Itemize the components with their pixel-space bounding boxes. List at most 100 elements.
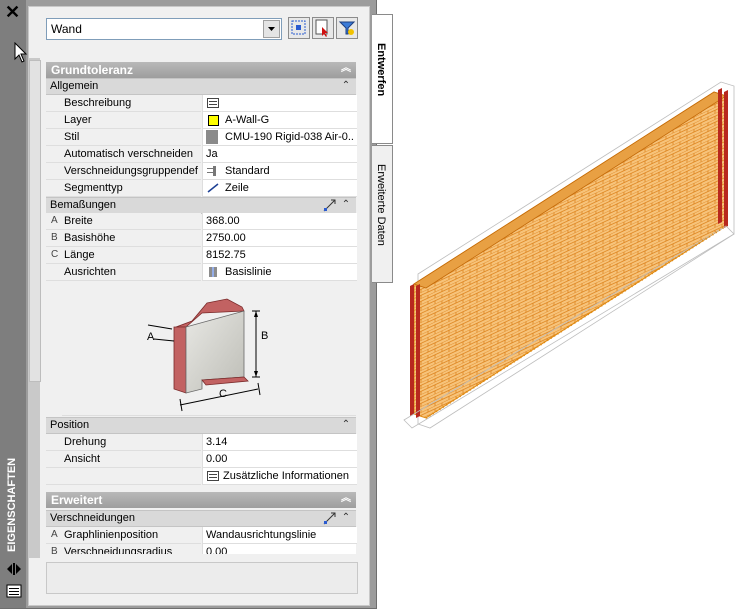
property-value: 3.14 — [206, 436, 228, 448]
diagram-label-a: A — [147, 331, 155, 343]
property-label-cell: A Graphlinienposition — [46, 527, 201, 544]
property-row-automatisch-verschneiden[interactable]: Automatisch verschneiden Ja — [46, 146, 357, 163]
diagram-label-b: B — [261, 330, 269, 342]
category-title: Verschneidungen — [50, 512, 136, 524]
scrollbar-thumb[interactable] — [29, 60, 41, 382]
property-value: Ja — [206, 148, 218, 160]
justify-baseline-icon — [209, 267, 217, 277]
property-label-cell: Layer — [46, 112, 201, 129]
style-swatch-icon — [206, 130, 218, 144]
property-label: Verschneidungsgruppendef — [64, 165, 198, 177]
category-position[interactable]: Position ⌃ — [46, 417, 356, 434]
property-label: Graphlinienposition — [64, 529, 159, 541]
dimension-illustration: A B C — [62, 281, 356, 416]
property-label-cell: B Verschneidungsradius — [46, 544, 201, 554]
properties-menu-icon[interactable] — [6, 584, 22, 598]
tab-erweiterte-daten[interactable]: Erweiterte Daten — [372, 145, 393, 283]
property-value-cell[interactable]: 3.14 — [202, 434, 357, 451]
description-panel — [46, 562, 358, 594]
property-label-cell: B Basishöhe — [46, 230, 201, 247]
property-label-cell: Segmenttyp — [46, 180, 201, 197]
category-allgemein[interactable]: Allgemein ⌃ — [46, 78, 356, 95]
property-value: Zusätzliche Informationen — [223, 470, 349, 482]
section-grundtoleranz[interactable]: Grundtoleranz ︽ — [46, 62, 356, 78]
property-value-cell[interactable]: A-Wall-G — [202, 112, 357, 129]
chevron-up-icon[interactable]: ⌃ — [340, 512, 352, 524]
property-row-drehung[interactable]: Drehung 3.14 — [46, 434, 357, 451]
collapse-icon[interactable]: ︽ — [340, 493, 352, 505]
dimension-letter: B — [51, 546, 58, 554]
property-value-cell[interactable]: 0.00 — [202, 451, 357, 468]
dimension-tool-icon[interactable] — [323, 512, 336, 525]
property-value-cell[interactable]: 2750.00 — [202, 230, 357, 247]
property-value: A-Wall-G — [225, 114, 270, 126]
property-value: Zeile — [225, 182, 249, 194]
chevron-up-icon[interactable]: ⌃ — [340, 419, 352, 431]
property-row-segmenttyp[interactable]: Segmenttyp Zeile — [46, 180, 357, 197]
property-row-verschneidungsradius[interactable]: B Verschneidungsradius 0.00 — [46, 544, 356, 554]
tab-entwerfen[interactable]: Entwerfen — [372, 14, 393, 144]
object-type-select[interactable]: Wand — [46, 18, 282, 40]
property-label: Automatisch verschneiden — [64, 148, 194, 160]
property-row-stil[interactable]: Stil CMU-190 Rigid-038 Air-0... — [46, 129, 357, 146]
property-row-breite[interactable]: A Breite 368.00 — [46, 213, 357, 230]
object-type-value: Wand — [51, 22, 82, 36]
property-value-cell[interactable]: 8152.75 — [202, 247, 357, 264]
section-erweitert[interactable]: Erweitert ︽ — [46, 492, 356, 508]
property-label-cell: A Breite — [46, 213, 201, 230]
chevron-down-icon[interactable] — [263, 20, 280, 38]
property-row-verschneidungsgruppendef[interactable]: Verschneidungsgruppendef Standard — [46, 163, 357, 180]
category-title: Position — [50, 419, 90, 431]
property-value: 0.00 — [206, 453, 228, 465]
wall-dimension-diagram — [147, 298, 261, 412]
close-icon[interactable]: ✕ — [5, 3, 21, 21]
property-label: Ausrichten — [64, 266, 116, 278]
property-label: Breite — [64, 215, 93, 227]
property-row-zusaetzliche-informationen[interactable]: Zusätzliche Informationen — [46, 468, 357, 485]
select-objects-button[interactable] — [288, 17, 310, 39]
additional-info-button[interactable]: Zusätzliche Informationen — [202, 468, 357, 485]
property-value-cell[interactable]: CMU-190 Rigid-038 Air-0... — [202, 129, 357, 146]
property-value-cell[interactable]: Zeile — [202, 180, 357, 197]
property-row-laenge[interactable]: C Länge 8152.75 — [46, 247, 357, 264]
dimension-letter: C — [51, 249, 59, 260]
category-bemassungen[interactable]: Bemaßungen ⌃ — [46, 197, 356, 214]
property-value-cell[interactable]: Standard — [202, 163, 357, 180]
property-value-cell[interactable] — [202, 95, 357, 112]
property-value-cell[interactable]: 0.00 — [202, 544, 356, 554]
property-value-cell[interactable]: Wandausrichtungslinie — [202, 527, 357, 544]
dimension-letter: A — [51, 529, 58, 540]
property-value: 8152.75 — [206, 249, 246, 261]
chevron-up-icon[interactable]: ⌃ — [340, 80, 352, 92]
palette-title: EIGENSCHAFTEN — [6, 457, 18, 552]
property-row-layer[interactable]: Layer A-Wall-G — [46, 112, 357, 129]
dimension-letter: A — [51, 215, 58, 226]
property-row-ausrichten[interactable]: Ausrichten Basislinie — [46, 264, 357, 281]
auto-hide-icon[interactable] — [6, 562, 22, 576]
chevron-up-icon[interactable]: ⌃ — [340, 199, 352, 211]
property-value-cell[interactable]: Ja — [202, 146, 357, 163]
collapse-icon[interactable]: ︽ — [340, 63, 352, 75]
category-verschneidungen[interactable]: Verschneidungen ⌃ — [46, 510, 356, 527]
cleanup-group-icon — [207, 166, 216, 176]
property-row-beschreibung[interactable]: Beschreibung — [46, 95, 357, 112]
property-value-cell[interactable]: Basislinie — [202, 264, 357, 281]
property-label: Basishöhe — [64, 232, 116, 244]
property-label-cell: Stil — [46, 129, 201, 146]
tab-label: Entwerfen — [375, 43, 387, 97]
property-label: Beschreibung — [64, 97, 132, 109]
property-label: Stil — [64, 131, 80, 143]
filter-button[interactable] — [336, 17, 358, 39]
property-value-cell[interactable]: 368.00 — [202, 213, 357, 230]
quick-select-button[interactable] — [312, 17, 334, 39]
description-icon[interactable] — [207, 98, 219, 108]
filter-icon — [338, 21, 356, 35]
property-value: CMU-190 Rigid-038 Air-0... — [225, 131, 355, 143]
property-row-basishoehe[interactable]: B Basishöhe 2750.00 — [46, 230, 357, 247]
property-label-cell: Ausrichten — [46, 264, 201, 281]
dimension-tool-icon[interactable] — [323, 199, 336, 212]
property-row-graphlinienposition[interactable]: A Graphlinienposition Wandausrichtungslin… — [46, 527, 357, 544]
property-value: 368.00 — [206, 215, 240, 227]
line-segment-icon — [207, 183, 219, 193]
property-row-ansicht[interactable]: Ansicht 0.00 — [46, 451, 357, 468]
